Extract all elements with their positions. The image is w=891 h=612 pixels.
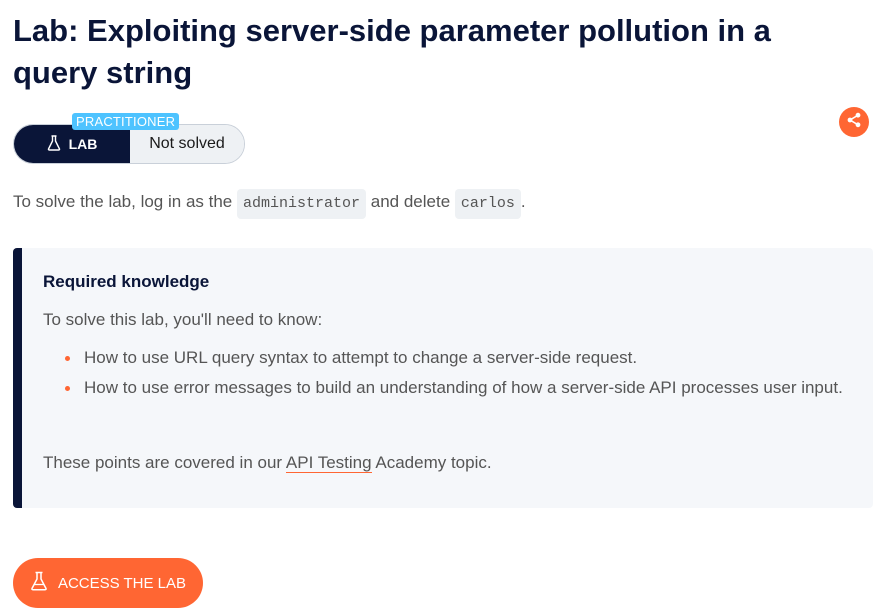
- list-item: How to use URL query syntax to attempt t…: [62, 343, 852, 373]
- intro-prefix: To solve the lab, log in as the: [13, 192, 233, 211]
- access-lab-label: ACCESS THE LAB: [57, 574, 187, 592]
- page-title: Lab: Exploiting server-side parameter po…: [13, 13, 771, 90]
- share-icon: [846, 112, 862, 133]
- lab-page: Lab: Exploiting server-side parameter po…: [0, 0, 891, 612]
- required-knowledge-intro: To solve this lab, you'll need to know:: [43, 310, 323, 329]
- intro-middle: and delete: [370, 192, 451, 211]
- flask-icon: [30, 571, 48, 595]
- share-button[interactable]: [839, 107, 869, 137]
- footer-suffix: Academy topic.: [375, 453, 492, 472]
- required-knowledge-panel: Required knowledge To solve this lab, yo…: [13, 248, 873, 508]
- status-badge: Not solved: [130, 125, 244, 163]
- lab-label-segment: LAB: [14, 125, 130, 163]
- required-knowledge-heading: Required knowledge: [43, 272, 210, 291]
- flask-icon: [47, 134, 61, 154]
- knowledge-footer: These points are covered in our API Test…: [43, 453, 492, 473]
- list-item: How to use error messages to build an un…: [62, 373, 852, 403]
- username-code: administrator: [236, 189, 367, 219]
- difficulty-badge: PRACTITIONER: [72, 113, 180, 130]
- knowledge-list: How to use URL query syntax to attempt t…: [62, 343, 852, 403]
- intro-suffix: .: [520, 192, 526, 211]
- footer-prefix: These points are covered in our: [43, 453, 283, 472]
- api-testing-link[interactable]: API Testing: [285, 453, 372, 473]
- lab-description: To solve the lab, log in as the administ…: [13, 187, 526, 219]
- lab-status-pill: LAB Not solved: [13, 124, 245, 164]
- access-lab-button[interactable]: ACCESS THE LAB: [13, 558, 203, 608]
- lab-label: LAB: [68, 136, 98, 152]
- target-user-code: carlos: [454, 189, 521, 219]
